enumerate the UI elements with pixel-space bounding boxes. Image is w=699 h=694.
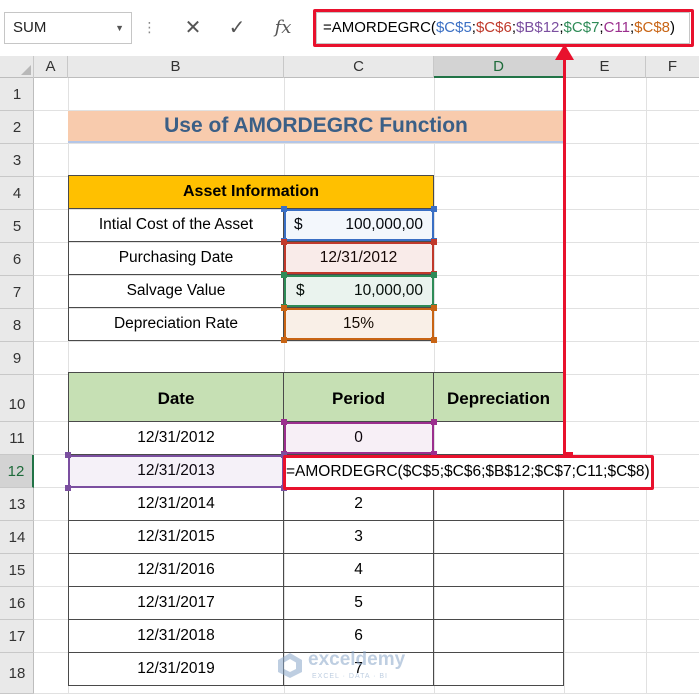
period-cell[interactable]: 5: [284, 587, 434, 620]
column-header-d[interactable]: D: [434, 56, 564, 78]
annotation-arrow-line: [563, 56, 566, 454]
depreciation-cell[interactable]: [434, 620, 564, 653]
range-handle[interactable]: [281, 206, 287, 212]
watermark-tagline: EXCEL · DATA · BI: [312, 673, 388, 680]
enter-button[interactable]: ✓: [222, 13, 252, 43]
row-header-16[interactable]: 16: [0, 587, 34, 620]
column-header-a[interactable]: A: [34, 56, 68, 78]
header-date[interactable]: Date: [68, 372, 284, 422]
arrow-up-icon: [555, 44, 574, 60]
row-header-8[interactable]: 8: [0, 309, 34, 342]
row-header-13[interactable]: 13: [0, 488, 34, 521]
date-cell[interactable]: 12/31/2012: [68, 422, 284, 455]
depreciation-cell[interactable]: [434, 653, 564, 686]
column-header-row: A B C D E F: [0, 56, 699, 78]
ref-outline-c7: [284, 275, 434, 307]
row-header-2[interactable]: 2: [0, 111, 34, 144]
column-header-b[interactable]: B: [68, 56, 284, 78]
select-all-button[interactable]: [0, 56, 34, 78]
range-handle[interactable]: [431, 272, 437, 278]
date-cell[interactable]: 12/31/2018: [68, 620, 284, 653]
range-handle[interactable]: [65, 485, 71, 491]
asset-label-purchase-date[interactable]: Purchasing Date: [68, 242, 284, 275]
date-cell[interactable]: 12/31/2015: [68, 521, 284, 554]
in-cell-formula-highlight: [283, 455, 654, 490]
row-header-4[interactable]: 4: [0, 177, 34, 210]
gridline-horizontal: [34, 143, 699, 144]
asset-label-salvage[interactable]: Salvage Value: [68, 275, 284, 308]
select-all-triangle-icon: [21, 65, 31, 75]
date-cell[interactable]: 12/31/2014: [68, 488, 284, 521]
row-header-10[interactable]: 10: [0, 375, 34, 422]
row-header-3[interactable]: 3: [0, 144, 34, 177]
depreciation-cell[interactable]: [434, 554, 564, 587]
more-options-icon[interactable]: ⋮: [142, 16, 157, 42]
sheet-title[interactable]: Use of AMORDEGRC Function: [68, 111, 564, 143]
row-header-12[interactable]: 12: [0, 455, 34, 488]
date-cell[interactable]: 12/31/2019: [68, 653, 284, 686]
formula-highlight-box: [313, 9, 694, 47]
row-header-14[interactable]: 14: [0, 521, 34, 554]
annotation-arrow-connector: [563, 452, 573, 455]
row-header-15[interactable]: 15: [0, 554, 34, 587]
range-handle[interactable]: [65, 452, 71, 458]
period-cell[interactable]: 2: [284, 488, 434, 521]
depreciation-cell[interactable]: [434, 587, 564, 620]
watermark: exceldemy EXCEL · DATA · BI: [276, 647, 436, 687]
row-header-5[interactable]: 5: [0, 210, 34, 243]
name-box[interactable]: SUM ▼: [4, 12, 132, 44]
name-box-value: SUM: [13, 19, 47, 36]
gridline-vertical: [646, 78, 647, 694]
column-header-f[interactable]: F: [646, 56, 699, 78]
header-depreciation[interactable]: Depreciation: [433, 372, 564, 422]
range-handle[interactable]: [431, 337, 437, 343]
cancel-button[interactable]: ✕: [178, 13, 208, 43]
check-icon: ✓: [228, 17, 246, 39]
chevron-down-icon[interactable]: ▼: [115, 13, 124, 43]
range-handle[interactable]: [431, 419, 437, 425]
formula-bar: SUM ▼ ⋮ ✕ ✓ fx =AMORDEGRC($C$5;$C$6;$B$1…: [0, 0, 699, 56]
asset-table-header[interactable]: Asset Information: [68, 175, 434, 209]
depreciation-cell[interactable]: [434, 422, 564, 455]
range-handle[interactable]: [431, 305, 437, 311]
depreciation-cell[interactable]: [434, 488, 564, 521]
ref-outline-b12: [68, 455, 284, 488]
column-header-c[interactable]: C: [284, 56, 434, 78]
range-handle[interactable]: [281, 337, 287, 343]
date-cell[interactable]: 12/31/2016: [68, 554, 284, 587]
row-header-7[interactable]: 7: [0, 276, 34, 309]
ref-outline-c5: [284, 209, 434, 241]
function-icon: fx: [274, 17, 292, 38]
period-cell[interactable]: 3: [284, 521, 434, 554]
insert-function-button[interactable]: fx: [268, 13, 298, 43]
header-period[interactable]: Period: [283, 372, 434, 422]
row-header-11[interactable]: 11: [0, 422, 34, 455]
range-handle[interactable]: [431, 206, 437, 212]
ref-outline-c6: [284, 242, 434, 274]
range-handle[interactable]: [281, 419, 287, 425]
row-header-18[interactable]: 18: [0, 653, 34, 694]
row-header-9[interactable]: 9: [0, 342, 34, 375]
period-cell[interactable]: 4: [284, 554, 434, 587]
ref-outline-c11: [284, 422, 434, 454]
asset-label-cost[interactable]: Intial Cost of the Asset: [68, 209, 284, 242]
row-header-6[interactable]: 6: [0, 243, 34, 276]
range-handle[interactable]: [281, 239, 287, 245]
ref-outline-c8: [284, 308, 434, 340]
exceldemy-logo-icon: [278, 653, 302, 678]
gridline-horizontal: [34, 341, 699, 342]
depreciation-cell[interactable]: [434, 521, 564, 554]
asset-label-rate[interactable]: Depreciation Rate: [68, 308, 284, 341]
row-header-1[interactable]: 1: [0, 78, 34, 111]
range-handle[interactable]: [281, 305, 287, 311]
watermark-name: exceldemy: [308, 649, 406, 670]
column-header-e[interactable]: E: [564, 56, 646, 78]
range-handle[interactable]: [431, 239, 437, 245]
range-handle[interactable]: [281, 272, 287, 278]
close-icon: ✕: [184, 17, 202, 39]
row-header-17[interactable]: 17: [0, 620, 34, 653]
date-cell[interactable]: 12/31/2017: [68, 587, 284, 620]
